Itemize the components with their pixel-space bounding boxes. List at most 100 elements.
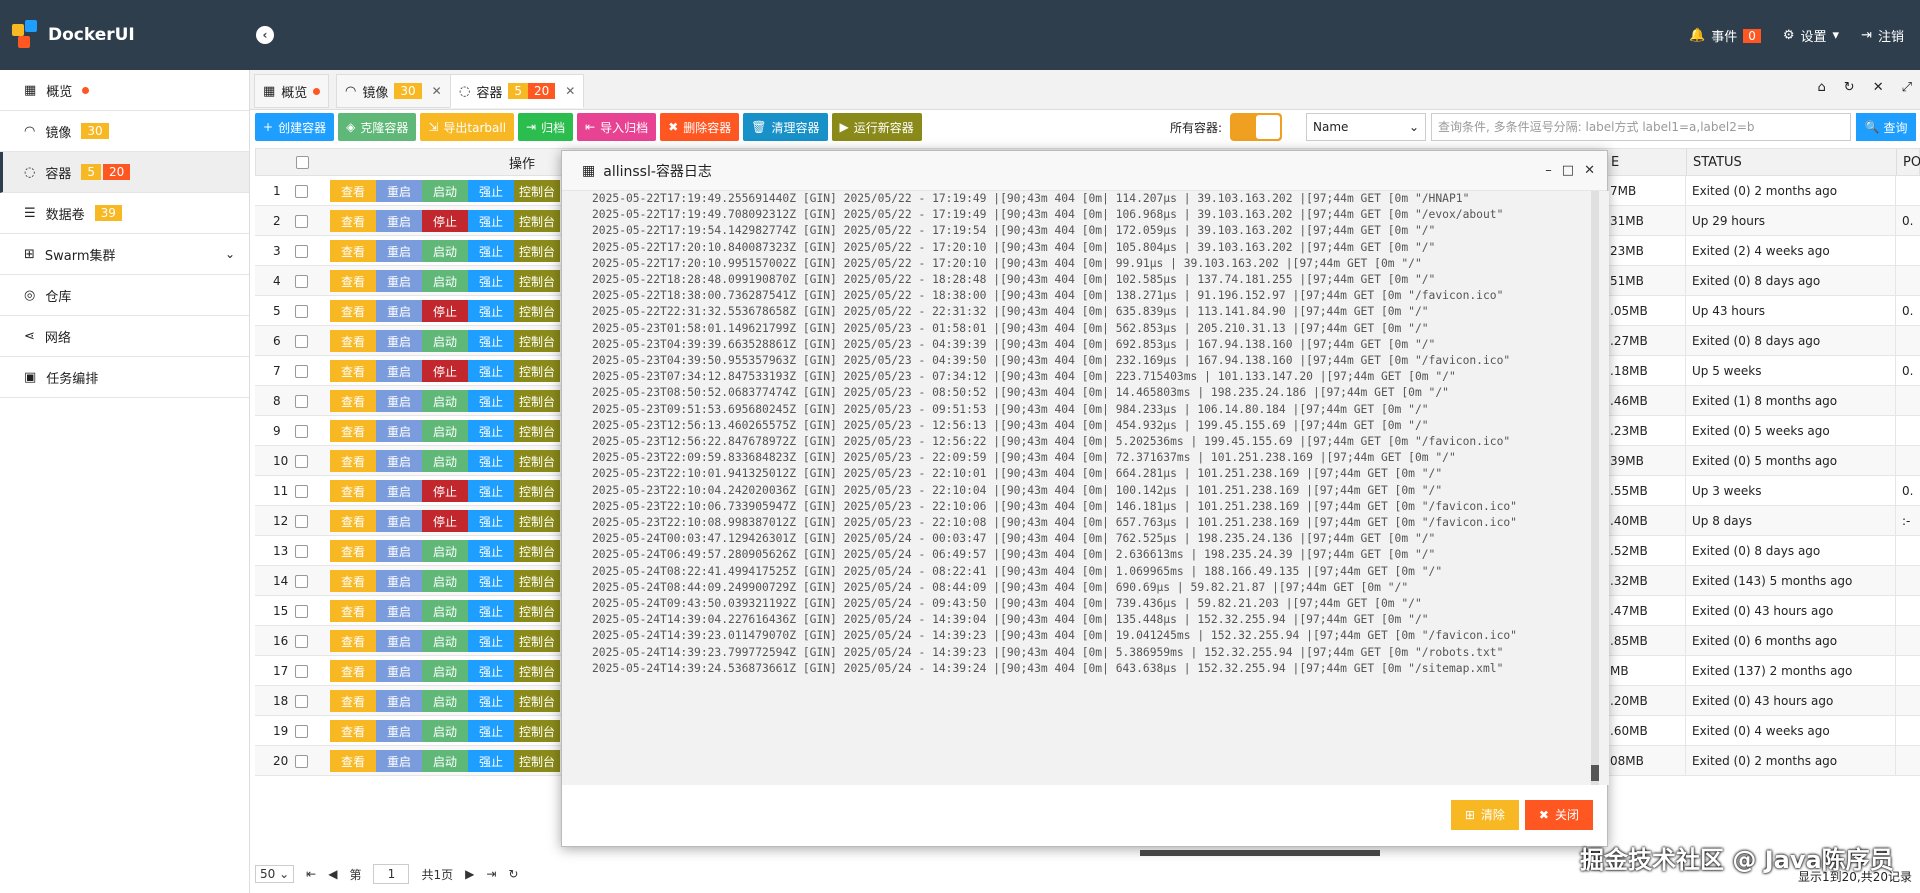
next-page-icon[interactable]: ▶ — [465, 867, 474, 881]
run-new-container-button[interactable]: ▶ 运行新容器 — [831, 113, 922, 141]
kill-button[interactable]: 强止 — [468, 660, 514, 682]
query-button[interactable]: 🔍 查询 — [1856, 113, 1916, 141]
sidebar-item-containers[interactable]: ◌ 容器 5 20 — [0, 152, 249, 193]
kill-button[interactable]: 强止 — [468, 420, 514, 442]
kill-button[interactable]: 强止 — [468, 450, 514, 472]
restart-button[interactable]: 重启 — [376, 300, 422, 322]
row-checkbox[interactable] — [295, 356, 308, 386]
view-button[interactable]: 查看 — [330, 540, 376, 562]
view-button[interactable]: 查看 — [330, 600, 376, 622]
start-button[interactable]: 启动 — [422, 330, 468, 352]
console-button[interactable]: 控制台 — [514, 720, 560, 742]
horizontal-scrollbar[interactable] — [1140, 850, 1380, 856]
view-button[interactable]: 查看 — [330, 300, 376, 322]
refresh-icon[interactable]: ↻ — [1844, 80, 1855, 95]
page-number-input[interactable]: 1 — [373, 864, 410, 884]
start-button[interactable]: 启动 — [422, 390, 468, 412]
console-button[interactable]: 控制台 — [514, 600, 560, 622]
view-button[interactable]: 查看 — [330, 750, 376, 772]
row-checkbox[interactable] — [295, 596, 308, 626]
console-button[interactable]: 控制台 — [514, 390, 560, 412]
select-all-checkbox[interactable] — [296, 149, 309, 175]
console-button[interactable]: 控制台 — [514, 420, 560, 442]
view-button[interactable]: 查看 — [330, 210, 376, 232]
row-checkbox[interactable] — [295, 296, 308, 326]
restart-button[interactable]: 重启 — [376, 630, 422, 652]
stop-button[interactable]: 停止 — [422, 300, 468, 322]
start-button[interactable]: 启动 — [422, 690, 468, 712]
view-button[interactable]: 查看 — [330, 510, 376, 532]
kill-button[interactable]: 强止 — [468, 270, 514, 292]
row-checkbox[interactable] — [295, 476, 308, 506]
row-checkbox[interactable] — [295, 386, 308, 416]
view-button[interactable]: 查看 — [330, 270, 376, 292]
archive-button[interactable]: ⇥ 归档 — [518, 113, 574, 141]
start-button[interactable]: 启动 — [422, 420, 468, 442]
clone-container-button[interactable]: ◈ 克隆容器 — [338, 113, 417, 141]
sidebar-item-tasks[interactable]: ▣ 任务编排 — [0, 357, 249, 398]
kill-button[interactable]: 强止 — [468, 600, 514, 622]
restart-button[interactable]: 重启 — [376, 750, 422, 772]
minimize-icon[interactable]: – — [1545, 163, 1552, 178]
start-button[interactable]: 启动 — [422, 660, 468, 682]
console-button[interactable]: 控制台 — [514, 690, 560, 712]
kill-button[interactable]: 强止 — [468, 720, 514, 742]
restart-button[interactable]: 重启 — [376, 390, 422, 412]
start-button[interactable]: 启动 — [422, 270, 468, 292]
console-button[interactable]: 控制台 — [514, 300, 560, 322]
page-size-select[interactable]: 50 ⌄ — [255, 865, 295, 883]
close-icon[interactable]: ✕ — [1873, 80, 1884, 95]
row-checkbox[interactable] — [295, 656, 308, 686]
first-page-icon[interactable]: ⇤ — [306, 867, 316, 881]
console-button[interactable]: 控制台 — [514, 570, 560, 592]
restart-button[interactable]: 重启 — [376, 450, 422, 472]
close-icon[interactable]: ✕ — [1584, 163, 1595, 178]
console-button[interactable]: 控制台 — [514, 750, 560, 772]
close-icon[interactable]: ✕ — [432, 84, 442, 98]
kill-button[interactable]: 强止 — [468, 630, 514, 652]
prev-page-icon[interactable]: ◀ — [328, 867, 337, 881]
kill-button[interactable]: 强止 — [468, 240, 514, 262]
view-button[interactable]: 查看 — [330, 630, 376, 652]
row-checkbox[interactable] — [295, 236, 308, 266]
sidebar-item-swarm[interactable]: ⊞ Swarm集群 ⌄ — [0, 234, 249, 275]
start-button[interactable]: 启动 — [422, 630, 468, 652]
console-button[interactable]: 控制台 — [514, 630, 560, 652]
sidebar-item-overview[interactable]: ▦ 概览 — [0, 70, 249, 111]
kill-button[interactable]: 强止 — [468, 480, 514, 502]
console-button[interactable]: 控制台 — [514, 450, 560, 472]
row-checkbox[interactable] — [295, 566, 308, 596]
kill-button[interactable]: 强止 — [468, 330, 514, 352]
kill-button[interactable]: 强止 — [468, 180, 514, 202]
console-button[interactable]: 控制台 — [514, 360, 560, 382]
restart-button[interactable]: 重启 — [376, 690, 422, 712]
events-button[interactable]: 🔔 事件 0 — [1689, 26, 1761, 45]
delete-container-button[interactable]: ✖ 删除容器 — [660, 113, 740, 141]
view-button[interactable]: 查看 — [330, 330, 376, 352]
settings-menu[interactable]: ⚙ 设置 ▾ — [1783, 26, 1839, 45]
kill-button[interactable]: 强止 — [468, 540, 514, 562]
home-icon[interactable]: ⌂ — [1818, 80, 1826, 95]
restart-button[interactable]: 重启 — [376, 360, 422, 382]
view-button[interactable]: 查看 — [330, 660, 376, 682]
restart-button[interactable]: 重启 — [376, 660, 422, 682]
restart-button[interactable]: 重启 — [376, 480, 422, 502]
restart-button[interactable]: 重启 — [376, 600, 422, 622]
view-button[interactable]: 查看 — [330, 570, 376, 592]
start-button[interactable]: 启动 — [422, 540, 468, 562]
reload-icon[interactable]: ↻ — [508, 867, 518, 881]
sidebar-item-volumes[interactable]: ☰ 数据卷 39 — [0, 193, 249, 234]
kill-button[interactable]: 强止 — [468, 360, 514, 382]
restart-button[interactable]: 重启 — [376, 540, 422, 562]
start-button[interactable]: 启动 — [422, 720, 468, 742]
kill-button[interactable]: 强止 — [468, 300, 514, 322]
row-checkbox[interactable] — [295, 416, 308, 446]
start-button[interactable]: 启动 — [422, 450, 468, 472]
stop-button[interactable]: 停止 — [422, 210, 468, 232]
row-checkbox[interactable] — [295, 326, 308, 356]
row-checkbox[interactable] — [295, 266, 308, 296]
console-button[interactable]: 控制台 — [514, 510, 560, 532]
start-button[interactable]: 启动 — [422, 750, 468, 772]
close-icon[interactable]: ✕ — [565, 84, 575, 98]
close-modal-button[interactable]: ✖ 关闭 — [1524, 799, 1593, 830]
